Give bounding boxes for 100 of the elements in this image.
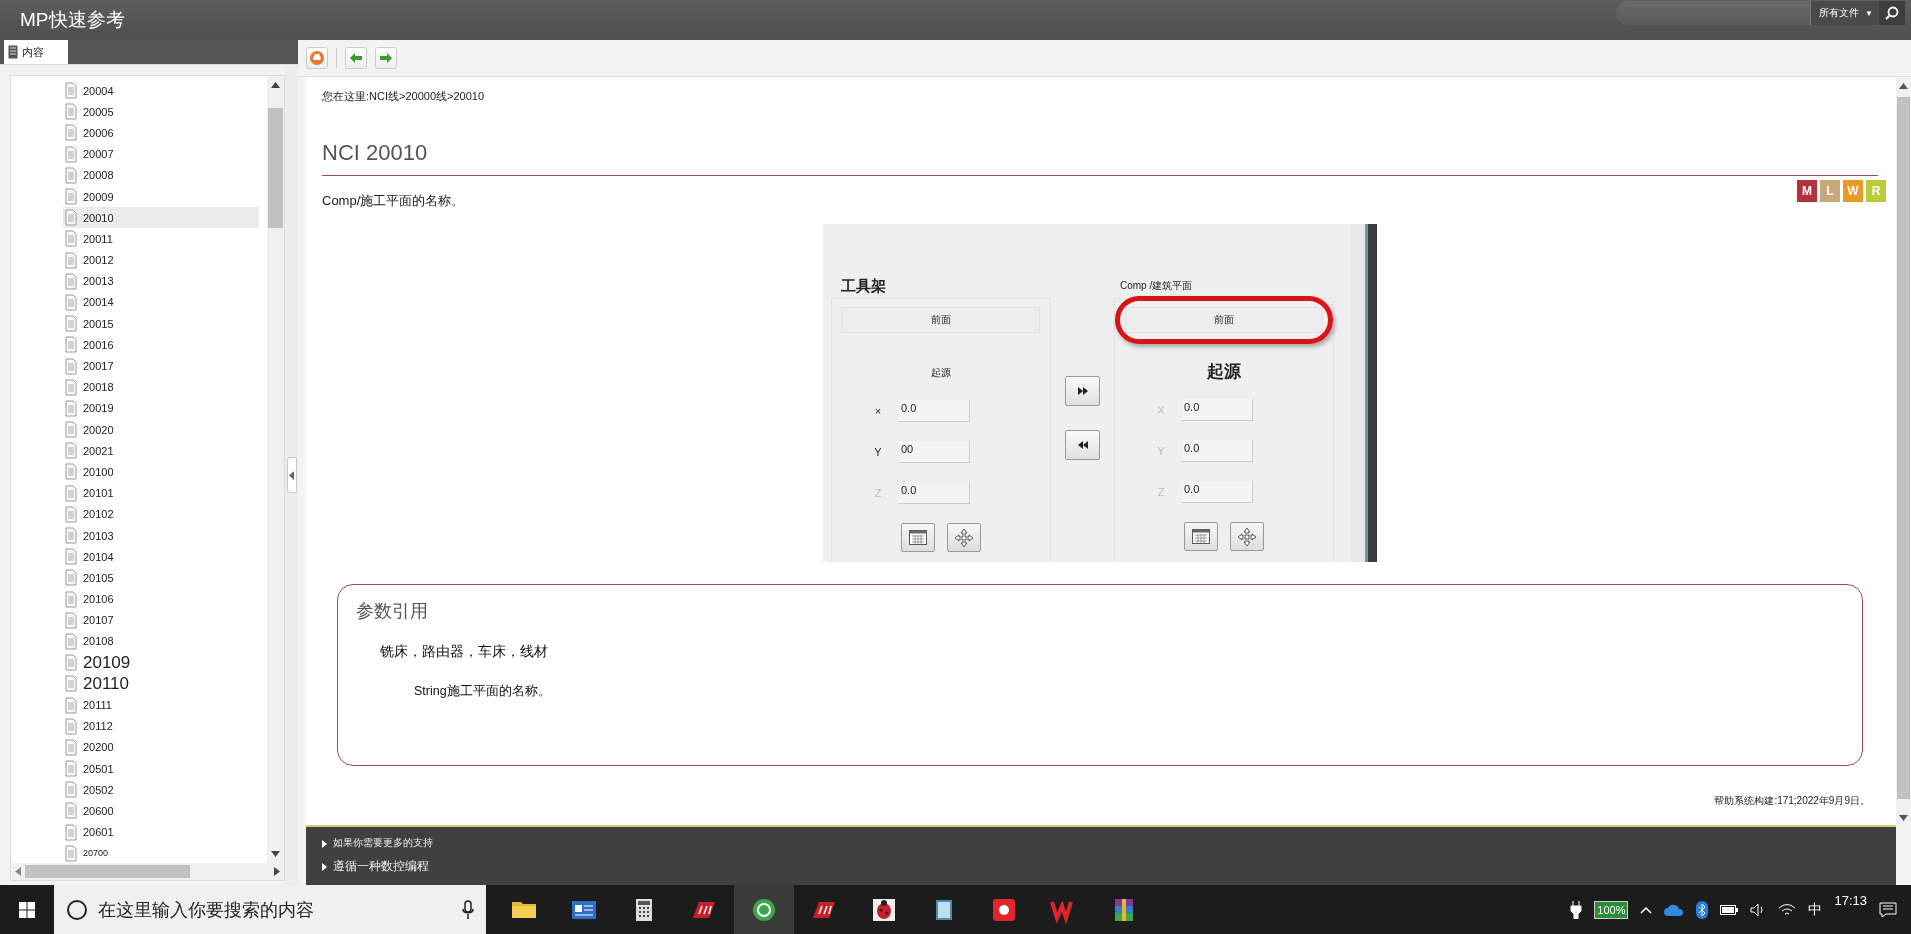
print-button[interactable] (306, 47, 328, 69)
forward-button[interactable] (375, 47, 397, 69)
card-title: 参数引用 (356, 600, 429, 623)
notification-icon[interactable] (1879, 901, 1897, 918)
tree-item[interactable]: 20017 (63, 355, 259, 377)
tree-item[interactable]: 20104 (63, 546, 259, 568)
move-button[interactable] (1230, 522, 1264, 551)
plane-field[interactable]: 前面 (842, 307, 1040, 333)
copy-right-button[interactable] (1065, 376, 1100, 406)
tree-item[interactable]: 20012 (63, 249, 259, 271)
clock-time[interactable]: 17:13 (1834, 893, 1867, 908)
tree-item[interactable]: 20502 (63, 779, 259, 801)
document-icon (65, 230, 77, 248)
tree-item[interactable]: 20103 (63, 524, 259, 547)
input-method-indicator[interactable]: 中 (1808, 900, 1823, 919)
footer-link[interactable]: 遵循一种数控编程 (322, 858, 429, 875)
document-icon (65, 399, 77, 417)
windows-icon (19, 901, 35, 918)
scope-dropdown[interactable]: 所有文件 ▼ (1810, 1, 1879, 25)
tree-item[interactable]: 20011 (63, 228, 259, 250)
tree-item[interactable]: 20501 (63, 758, 259, 780)
document-icon (65, 357, 77, 375)
battery-level[interactable]: 100% (1594, 900, 1629, 919)
tree-item[interactable]: 20004 (63, 80, 259, 102)
tree-item[interactable]: 20018 (63, 376, 259, 398)
scrollbar[interactable] (267, 76, 284, 863)
tree-item[interactable]: 20021 (63, 440, 259, 462)
horizontal-scrollbar[interactable] (11, 863, 284, 880)
search-button[interactable] (1879, 1, 1905, 25)
sidebar-tab[interactable]: 内容 (4, 40, 68, 64)
tree-item[interactable]: 20112 (63, 715, 259, 737)
tree-item[interactable]: 20105 (63, 567, 259, 589)
down-arrow-icon[interactable] (1899, 815, 1908, 821)
tree-item[interactable]: 20009 (63, 185, 259, 208)
tree-item[interactable]: 20101 (63, 482, 259, 504)
tree-item[interactable]: 20014 (63, 291, 259, 314)
document-icon (65, 145, 77, 163)
document-icon (65, 484, 77, 502)
tree-item[interactable]: 20700 (63, 842, 259, 863)
taskbar-app[interactable] (734, 885, 794, 934)
coordinate-field[interactable]: 0.0 (898, 399, 970, 422)
scroll-thumb[interactable] (268, 108, 283, 228)
tree-item[interactable]: 20020 (63, 419, 259, 441)
document-icon (65, 781, 77, 799)
right-arrow-icon[interactable] (274, 867, 280, 876)
down-arrow-icon[interactable] (271, 851, 280, 857)
back-button[interactable] (345, 47, 367, 69)
document-icon (65, 293, 77, 311)
document-icon (65, 463, 77, 481)
double-left-arrow-icon (1077, 441, 1088, 449)
tree-item[interactable]: 20109 (63, 652, 259, 674)
bluetooth-icon[interactable] (1696, 900, 1709, 919)
taskbar-search-field[interactable]: 在这里输入你要搜索的内容 (54, 885, 486, 934)
tree-item[interactable]: 20100 (63, 461, 259, 483)
tree-item[interactable]: 20107 (63, 609, 259, 631)
coordinate-field[interactable]: 00 (898, 440, 970, 463)
search-field[interactable] (1616, 1, 1811, 25)
tree-item[interactable]: 20108 (63, 630, 259, 653)
tree-item[interactable]: 20016 (63, 334, 259, 356)
printer-icon (310, 51, 324, 65)
document-icon (65, 760, 77, 778)
tree-item[interactable]: 20015 (63, 313, 259, 335)
scroll-thumb[interactable] (1897, 97, 1910, 799)
move-arrows-icon (1237, 526, 1257, 547)
document-icon (65, 590, 77, 608)
left-arrow-icon[interactable] (15, 867, 21, 876)
collapse-handle[interactable] (286, 457, 297, 493)
document-icon (65, 569, 77, 587)
scroll-thumb[interactable] (25, 865, 190, 878)
wifi-icon[interactable] (1778, 902, 1797, 917)
tree-item[interactable]: 20110 (63, 673, 259, 695)
tree-item[interactable]: 20102 (63, 503, 259, 525)
tree-item[interactable]: 20111 (63, 694, 259, 716)
tree-item[interactable]: 20013 (63, 270, 259, 292)
tree-item[interactable]: 20006 (63, 122, 259, 144)
up-arrow-icon[interactable] (271, 82, 280, 88)
tree-item[interactable]: 20019 (63, 397, 259, 419)
footer-link[interactable]: 如果你需要更多的支持 (322, 837, 433, 850)
tree-item[interactable]: 20200 (63, 736, 259, 758)
breadcrumb: 您在这里:NCI线>20000线>20010 (322, 89, 486, 104)
battery-icon[interactable] (1720, 903, 1739, 916)
tree-item[interactable]: 20601 (63, 821, 259, 843)
up-arrow-icon[interactable] (1899, 83, 1908, 89)
tree-item[interactable]: 20008 (63, 164, 259, 186)
plug-icon[interactable] (1570, 900, 1583, 919)
tree-item[interactable]: 20600 (63, 800, 259, 822)
grid-button[interactable] (1184, 522, 1218, 551)
cloud-icon[interactable] (1664, 903, 1685, 916)
tree-item[interactable]: 20010 (63, 207, 259, 229)
product-badge: W (1843, 180, 1863, 202)
grid-button[interactable] (901, 523, 935, 552)
document-icon (65, 611, 77, 629)
move-button[interactable] (947, 523, 981, 552)
product-badge: L (1820, 180, 1840, 202)
tree-item[interactable]: 20007 (63, 143, 259, 165)
tree-item[interactable]: 20005 (63, 101, 259, 123)
copy-left-button[interactable] (1065, 430, 1100, 460)
plane-field[interactable]: 前面 (1125, 307, 1323, 333)
chevron-up-icon[interactable] (1640, 905, 1653, 914)
tree-item[interactable]: 20106 (63, 588, 259, 610)
